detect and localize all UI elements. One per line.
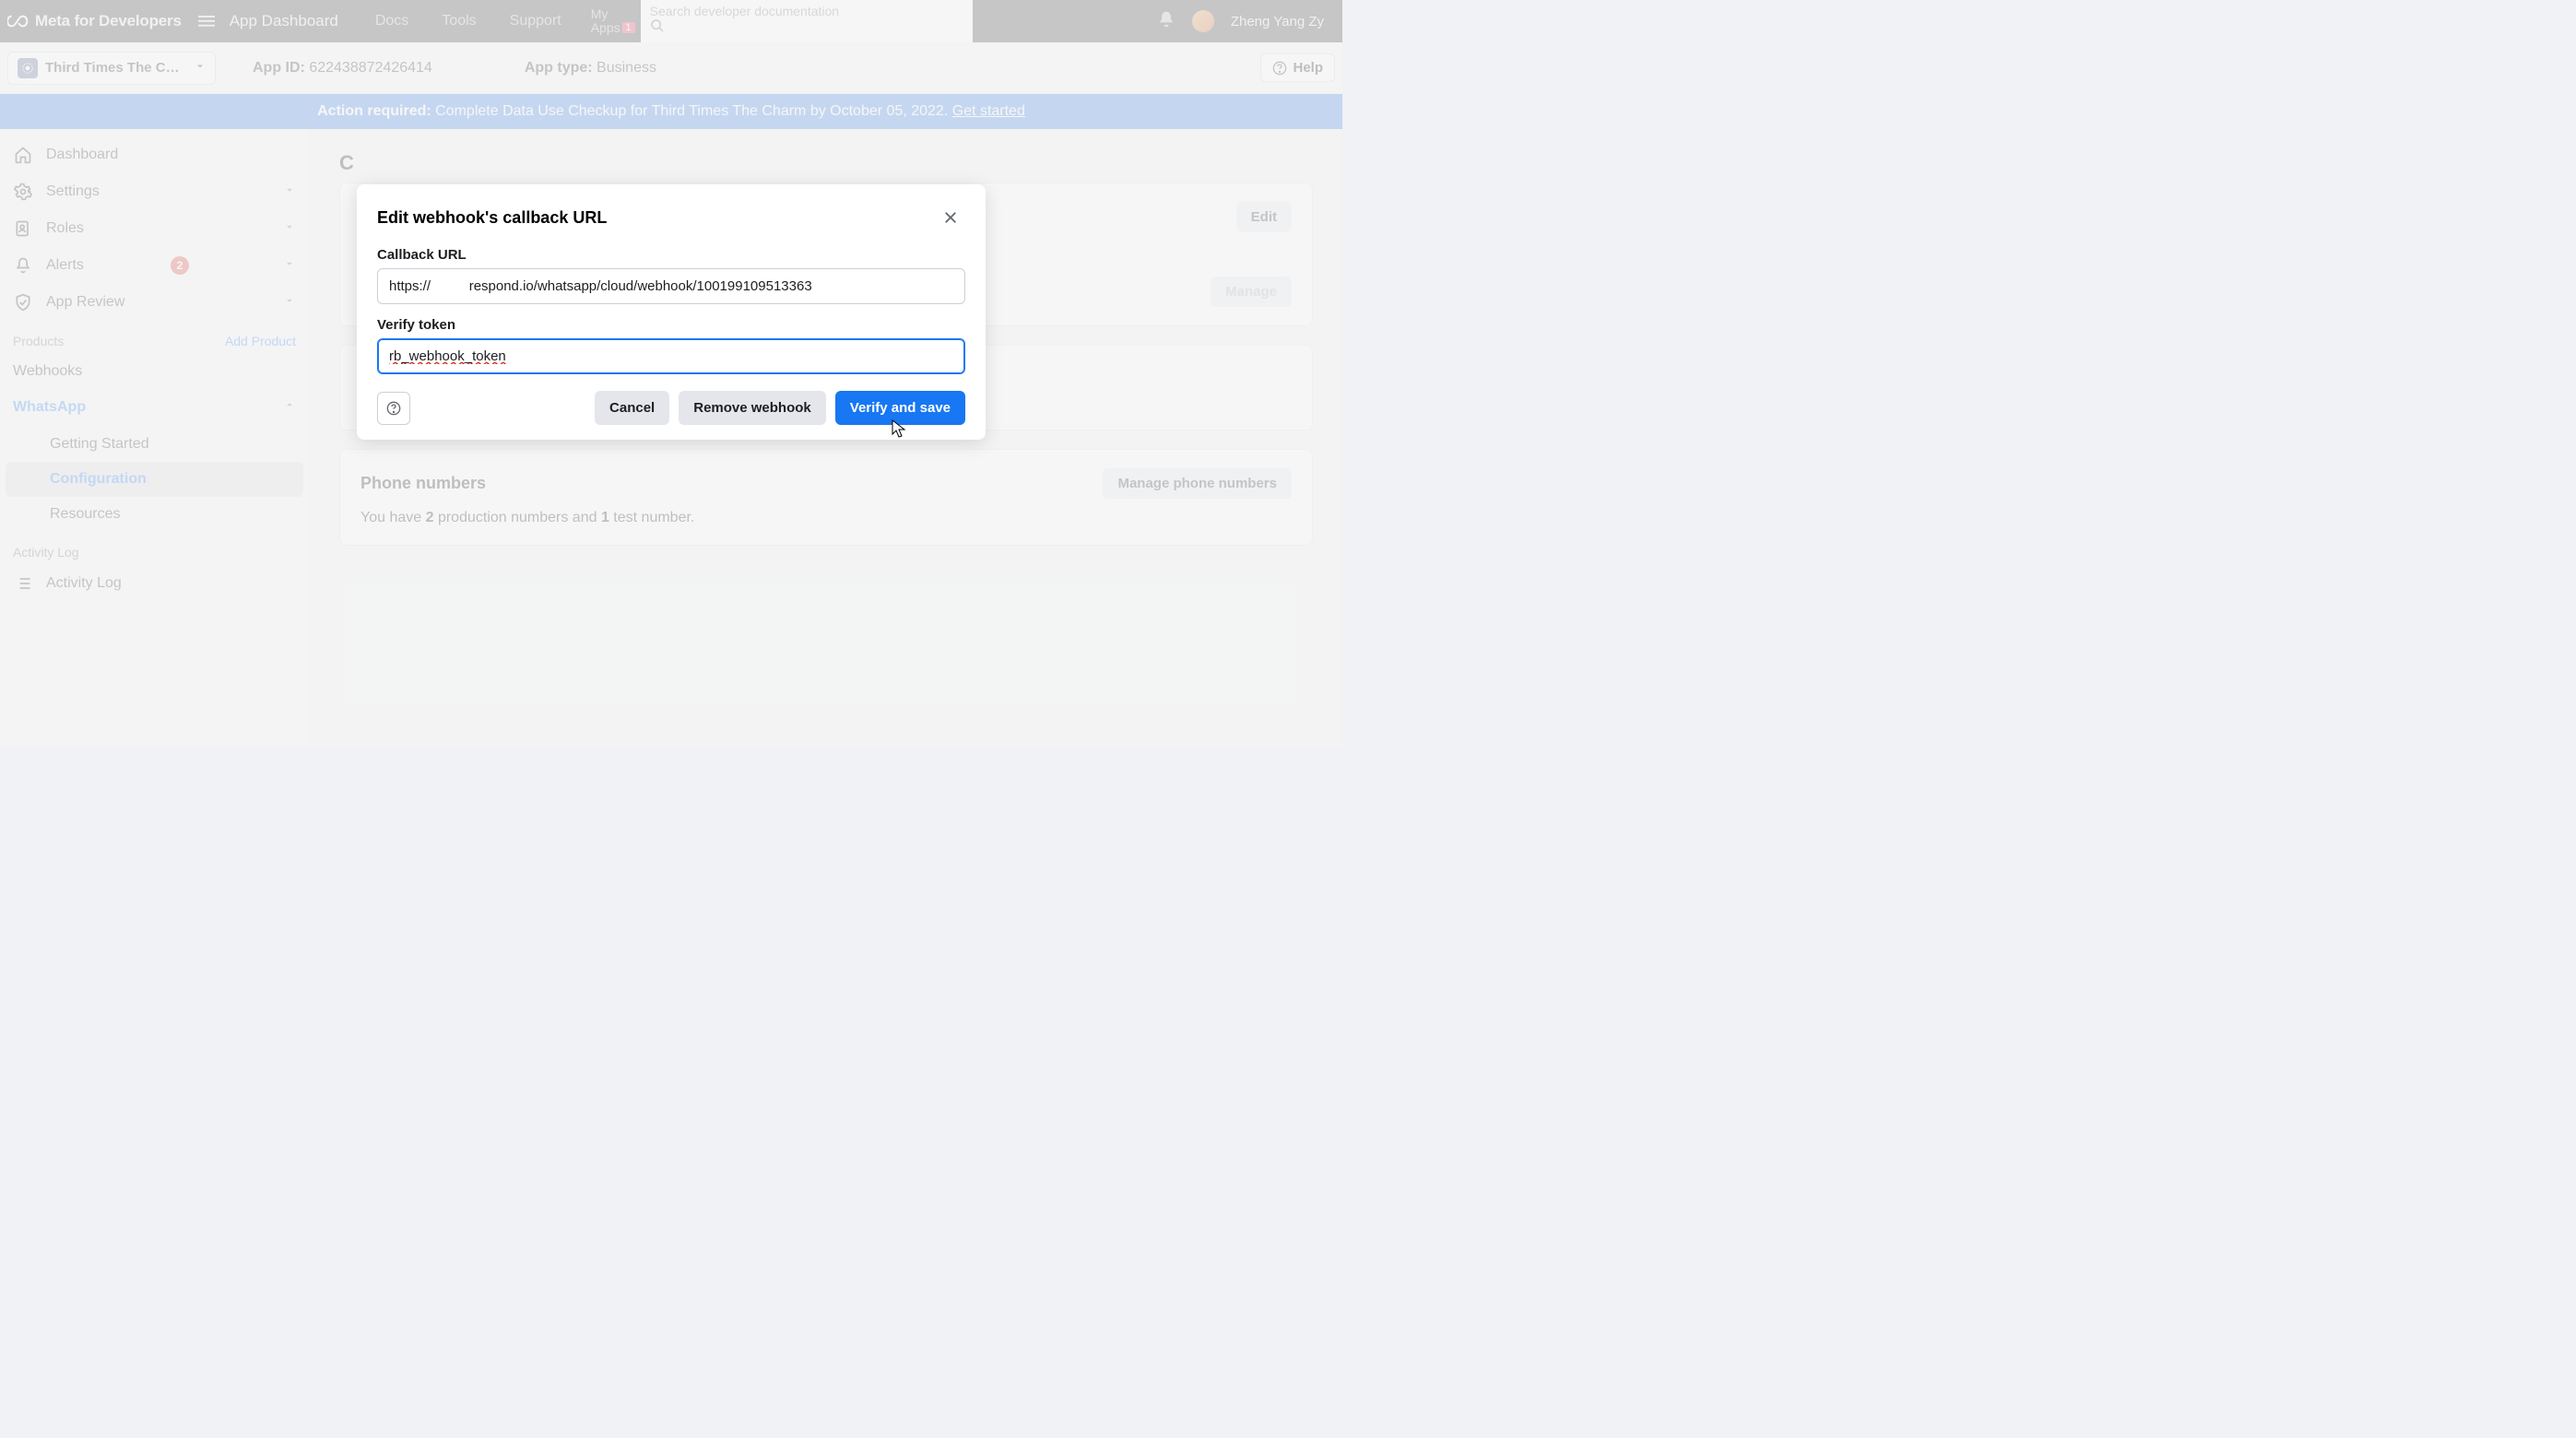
verify-and-save-button[interactable]: Verify and save bbox=[835, 391, 965, 425]
modal-title: Edit webhook's callback URL bbox=[377, 208, 936, 228]
close-button[interactable] bbox=[936, 203, 965, 232]
callback-url-input[interactable] bbox=[377, 268, 965, 304]
verify-token-input[interactable] bbox=[377, 338, 965, 374]
close-icon bbox=[942, 209, 959, 226]
help-icon bbox=[386, 401, 401, 416]
verify-token-label: Verify token bbox=[377, 317, 965, 333]
remove-webhook-button[interactable]: Remove webhook bbox=[679, 391, 826, 425]
modal-help-button[interactable] bbox=[377, 392, 410, 425]
edit-webhook-modal: Edit webhook's callback URL Callback URL… bbox=[357, 184, 986, 440]
cancel-button[interactable]: Cancel bbox=[595, 391, 669, 425]
callback-url-label: Callback URL bbox=[377, 247, 965, 263]
modal-header: Edit webhook's callback URL bbox=[377, 203, 965, 232]
modal-footer: Cancel Remove webhook Verify and save bbox=[377, 391, 965, 425]
modal-overlay: Edit webhook's callback URL Callback URL… bbox=[0, 0, 1342, 748]
